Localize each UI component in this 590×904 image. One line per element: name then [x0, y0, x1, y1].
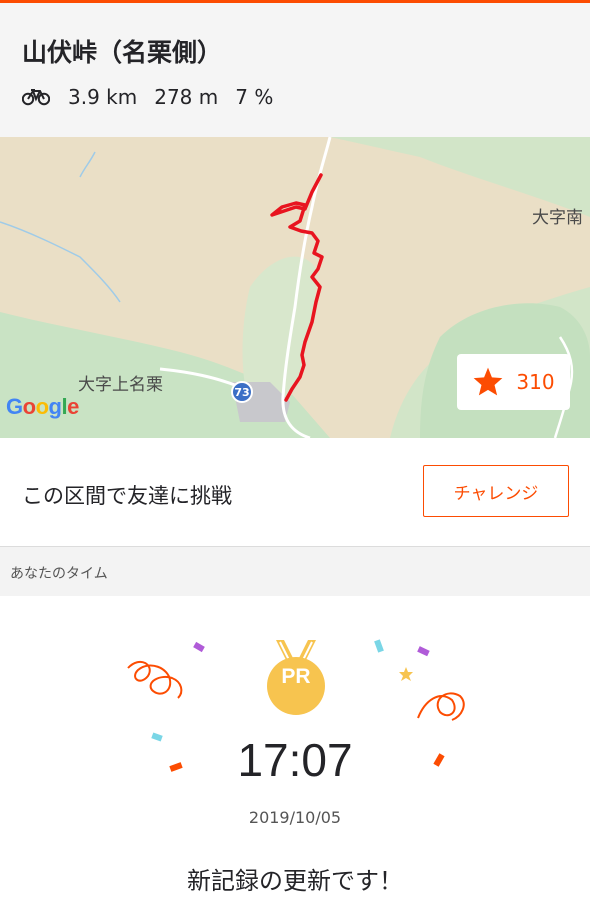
segment-time: 17:07: [237, 734, 353, 786]
segment-date: 2019/10/05: [248, 808, 342, 827]
record-message: 新記録の更新です！: [187, 867, 403, 895]
pr-badge-label: PR: [281, 665, 311, 688]
